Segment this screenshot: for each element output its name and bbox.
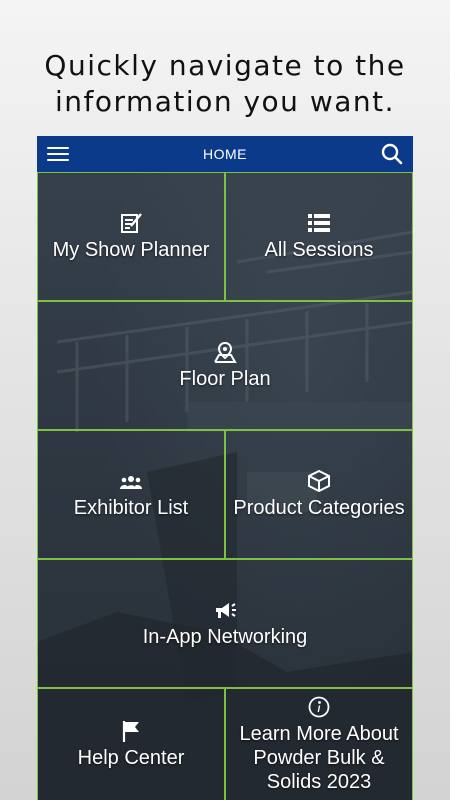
tile-label: My Show Planner bbox=[52, 238, 210, 261]
tile-product-categories[interactable]: Product Categories bbox=[225, 430, 413, 559]
top-bar: HOME bbox=[37, 136, 413, 172]
tile-floor-plan[interactable]: Floor Plan bbox=[37, 301, 413, 430]
tile-my-show-planner[interactable]: My Show Planner bbox=[37, 172, 225, 301]
promo-headline: Quickly navigate to the information you … bbox=[0, 48, 450, 120]
tile-exhibitor-list[interactable]: Exhibitor List bbox=[37, 430, 225, 559]
promo-line-1: Quickly navigate to the bbox=[44, 49, 406, 82]
tile-all-sessions[interactable]: All Sessions bbox=[225, 172, 413, 301]
page-title: HOME bbox=[203, 146, 247, 162]
planner-icon bbox=[119, 212, 143, 234]
map-pin-icon bbox=[213, 341, 237, 363]
tile-label: Help Center bbox=[77, 746, 185, 769]
home-grid: My Show Planner All Sessions Floor Plan … bbox=[37, 172, 413, 800]
box-icon bbox=[307, 469, 331, 492]
megaphone-icon bbox=[213, 599, 237, 621]
search-icon[interactable] bbox=[380, 142, 404, 166]
tile-label: Floor Plan bbox=[179, 367, 271, 390]
tile-label: Product Categories bbox=[233, 496, 405, 519]
tile-label: All Sessions bbox=[264, 238, 374, 261]
people-icon bbox=[119, 470, 143, 492]
tile-label-line-1: Learn More About bbox=[239, 722, 399, 745]
tile-in-app-networking[interactable]: In-App Networking bbox=[37, 559, 413, 688]
flag-icon bbox=[119, 720, 143, 742]
tile-help-center[interactable]: Help Center bbox=[37, 688, 225, 800]
tile-learn-more[interactable]: Learn More About Powder Bulk & Solids 20… bbox=[225, 688, 413, 800]
info-icon bbox=[307, 696, 331, 718]
tile-label: Learn More About Powder Bulk & Solids 20… bbox=[240, 722, 399, 794]
app-screen: HOME My Show Planner All Sessions Floor … bbox=[37, 136, 413, 800]
tile-label-line-2: Powder Bulk & bbox=[253, 746, 385, 769]
tile-label-line-3: Solids 2023 bbox=[266, 770, 372, 793]
tile-label: Exhibitor List bbox=[73, 496, 189, 519]
list-icon bbox=[307, 212, 331, 234]
tile-label: In-App Networking bbox=[142, 625, 308, 648]
promo-line-2: information you want. bbox=[54, 85, 396, 118]
